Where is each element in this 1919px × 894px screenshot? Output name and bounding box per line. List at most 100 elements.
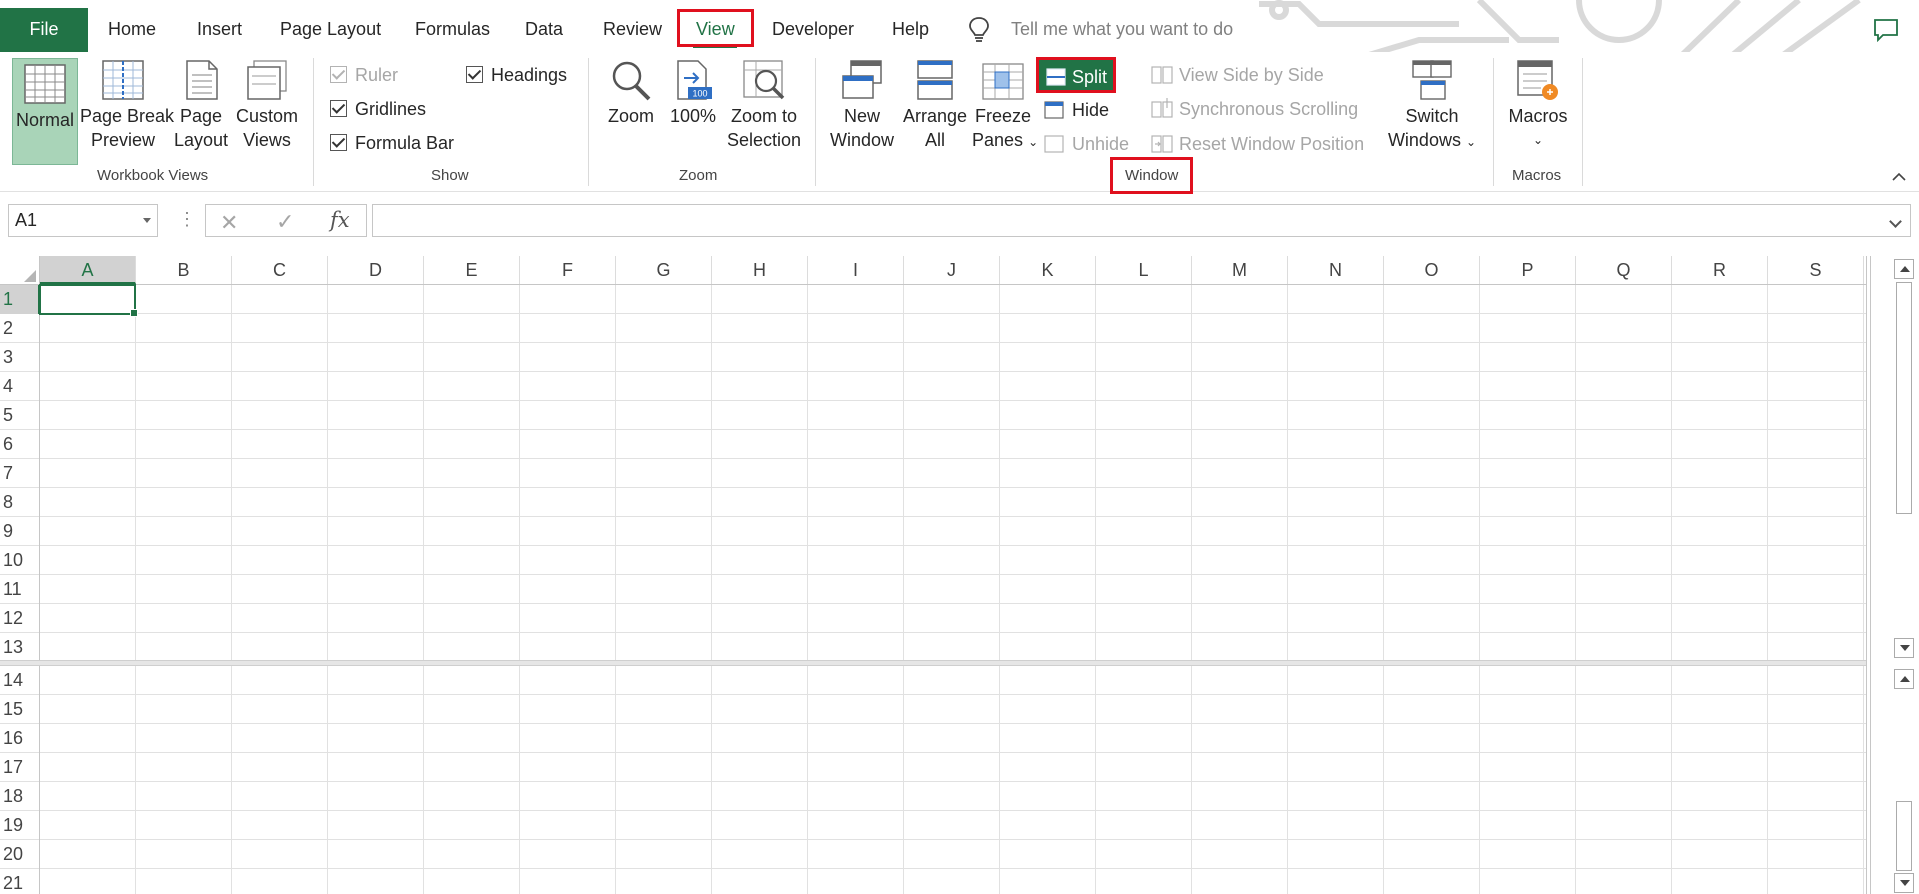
column-header-i[interactable]: I (808, 256, 904, 284)
column-header-a[interactable]: A (40, 256, 136, 284)
cell[interactable] (520, 314, 616, 343)
cell[interactable] (520, 604, 616, 633)
column-header-g[interactable]: G (616, 256, 712, 284)
cell[interactable] (1000, 633, 1096, 660)
row-header[interactable]: 15 (0, 695, 40, 724)
cell[interactable] (1096, 372, 1192, 401)
cell[interactable] (232, 633, 328, 660)
cell[interactable] (1576, 430, 1672, 459)
cell[interactable] (1480, 695, 1576, 724)
cell[interactable] (1672, 724, 1768, 753)
cell[interactable] (136, 459, 232, 488)
tab-home[interactable]: Home (100, 8, 164, 50)
cell[interactable] (1192, 869, 1288, 894)
cell[interactable] (1576, 604, 1672, 633)
cell[interactable] (1192, 285, 1288, 314)
cell[interactable] (1672, 840, 1768, 869)
row-header[interactable]: 12 (0, 604, 40, 633)
cell[interactable] (1192, 343, 1288, 372)
cell[interactable] (1096, 633, 1192, 660)
cell[interactable] (904, 546, 1000, 575)
column-header-e[interactable]: E (424, 256, 520, 284)
cell[interactable] (1096, 695, 1192, 724)
row-header[interactable]: 16 (0, 724, 40, 753)
cell[interactable] (136, 604, 232, 633)
cell[interactable] (1096, 401, 1192, 430)
cell[interactable] (1384, 753, 1480, 782)
cell[interactable] (1096, 666, 1192, 695)
cell[interactable] (1480, 869, 1576, 894)
tab-page-layout[interactable]: Page Layout (272, 8, 389, 50)
column-header-h[interactable]: H (712, 256, 808, 284)
cell[interactable] (1000, 811, 1096, 840)
cell[interactable] (1384, 869, 1480, 894)
cell[interactable] (136, 811, 232, 840)
cell[interactable] (424, 459, 520, 488)
cell[interactable] (1768, 782, 1864, 811)
new-window-button[interactable]: New Window (826, 58, 898, 152)
cell[interactable] (1288, 633, 1384, 660)
cell[interactable] (1000, 343, 1096, 372)
cell[interactable] (712, 840, 808, 869)
tab-insert[interactable]: Insert (189, 8, 250, 50)
cell[interactable] (424, 575, 520, 604)
cell[interactable] (328, 488, 424, 517)
cell[interactable] (1384, 401, 1480, 430)
cell[interactable] (328, 401, 424, 430)
cell[interactable] (1576, 869, 1672, 894)
cell[interactable] (1000, 372, 1096, 401)
cell[interactable] (424, 546, 520, 575)
cell[interactable] (712, 517, 808, 546)
cell[interactable] (1672, 695, 1768, 724)
cell[interactable] (1288, 604, 1384, 633)
cell[interactable] (1000, 488, 1096, 517)
zoom-to-selection-button[interactable]: Zoom to Selection (724, 58, 804, 152)
cell[interactable] (40, 546, 136, 575)
cell[interactable] (1288, 314, 1384, 343)
cell[interactable] (1384, 633, 1480, 660)
cell[interactable] (1672, 314, 1768, 343)
cell[interactable] (1000, 546, 1096, 575)
cell[interactable] (1384, 840, 1480, 869)
cell[interactable] (712, 695, 808, 724)
synchronous-scrolling-button[interactable]: Synchronous Scrolling (1151, 96, 1358, 122)
cell[interactable] (616, 314, 712, 343)
cell[interactable] (1480, 753, 1576, 782)
cell[interactable] (232, 575, 328, 604)
cell[interactable] (1480, 633, 1576, 660)
cell[interactable] (1096, 575, 1192, 604)
cell[interactable] (1000, 869, 1096, 894)
cell[interactable] (616, 285, 712, 314)
cell[interactable] (136, 401, 232, 430)
cell[interactable] (232, 343, 328, 372)
cell[interactable] (1768, 459, 1864, 488)
cell[interactable] (808, 314, 904, 343)
cell[interactable] (424, 517, 520, 546)
cell[interactable] (1000, 575, 1096, 604)
column-header-j[interactable]: J (904, 256, 1000, 284)
cell[interactable] (1000, 753, 1096, 782)
cell[interactable] (1384, 488, 1480, 517)
cell[interactable] (808, 285, 904, 314)
cell[interactable] (712, 753, 808, 782)
cell[interactable] (1672, 343, 1768, 372)
cell[interactable] (232, 546, 328, 575)
headings-checkbox[interactable]: Headings (466, 62, 567, 88)
cell[interactable] (1288, 753, 1384, 782)
cell[interactable] (1000, 782, 1096, 811)
cell[interactable] (616, 633, 712, 660)
cell[interactable] (1000, 517, 1096, 546)
freeze-panes-button[interactable]: Freeze Panes ⌄ (972, 58, 1038, 154)
cell[interactable] (40, 372, 136, 401)
cell[interactable] (1480, 604, 1576, 633)
cell[interactable] (1288, 869, 1384, 894)
cell[interactable] (808, 401, 904, 430)
cell[interactable] (1576, 724, 1672, 753)
cell[interactable] (1384, 575, 1480, 604)
cell[interactable] (1384, 604, 1480, 633)
cell[interactable] (328, 782, 424, 811)
cell[interactable] (904, 517, 1000, 546)
cell[interactable] (40, 430, 136, 459)
column-header-d[interactable]: D (328, 256, 424, 284)
cell[interactable] (1480, 372, 1576, 401)
